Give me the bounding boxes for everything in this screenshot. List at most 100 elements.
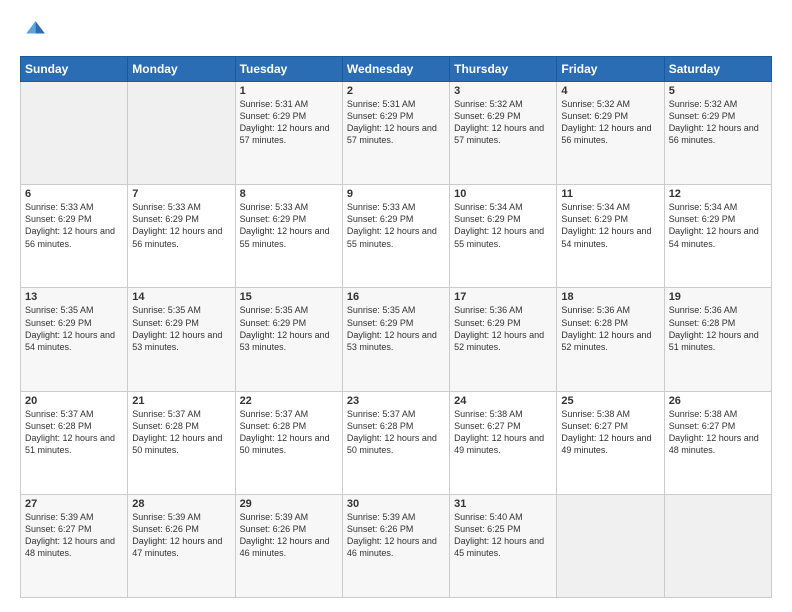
day-info: Sunrise: 5:32 AM Sunset: 6:29 PM Dayligh… bbox=[561, 98, 659, 147]
day-info: Sunrise: 5:32 AM Sunset: 6:29 PM Dayligh… bbox=[669, 98, 767, 147]
day-number: 7 bbox=[132, 188, 230, 200]
day-number: 9 bbox=[347, 188, 445, 200]
day-number: 28 bbox=[132, 498, 230, 510]
calendar-cell: 4Sunrise: 5:32 AM Sunset: 6:29 PM Daylig… bbox=[557, 82, 664, 185]
day-info: Sunrise: 5:33 AM Sunset: 6:29 PM Dayligh… bbox=[132, 201, 230, 250]
day-info: Sunrise: 5:36 AM Sunset: 6:28 PM Dayligh… bbox=[669, 304, 767, 353]
day-number: 5 bbox=[669, 85, 767, 97]
day-info: Sunrise: 5:39 AM Sunset: 6:26 PM Dayligh… bbox=[132, 511, 230, 560]
calendar-cell: 11Sunrise: 5:34 AM Sunset: 6:29 PM Dayli… bbox=[557, 185, 664, 288]
day-number: 15 bbox=[240, 291, 338, 303]
calendar-cell: 22Sunrise: 5:37 AM Sunset: 6:28 PM Dayli… bbox=[235, 391, 342, 494]
calendar-cell: 16Sunrise: 5:35 AM Sunset: 6:29 PM Dayli… bbox=[342, 288, 449, 391]
day-info: Sunrise: 5:34 AM Sunset: 6:29 PM Dayligh… bbox=[669, 201, 767, 250]
day-number: 12 bbox=[669, 188, 767, 200]
calendar-cell: 8Sunrise: 5:33 AM Sunset: 6:29 PM Daylig… bbox=[235, 185, 342, 288]
day-number: 1 bbox=[240, 85, 338, 97]
day-number: 26 bbox=[669, 395, 767, 407]
calendar-week-3: 13Sunrise: 5:35 AM Sunset: 6:29 PM Dayli… bbox=[21, 288, 772, 391]
day-info: Sunrise: 5:37 AM Sunset: 6:28 PM Dayligh… bbox=[240, 408, 338, 457]
calendar-cell: 12Sunrise: 5:34 AM Sunset: 6:29 PM Dayli… bbox=[664, 185, 771, 288]
calendar-cell: 30Sunrise: 5:39 AM Sunset: 6:26 PM Dayli… bbox=[342, 494, 449, 597]
calendar-cell: 1Sunrise: 5:31 AM Sunset: 6:29 PM Daylig… bbox=[235, 82, 342, 185]
header bbox=[20, 18, 772, 46]
calendar-cell: 18Sunrise: 5:36 AM Sunset: 6:28 PM Dayli… bbox=[557, 288, 664, 391]
calendar-week-2: 6 Sunrise: 5:33 AM Sunset: 6:29 PM Daylig… bbox=[21, 185, 772, 288]
calendar-cell: 31Sunrise: 5:40 AM Sunset: 6:25 PM Dayli… bbox=[450, 494, 557, 597]
day-info: Sunrise: 5:35 AM Sunset: 6:29 PM Dayligh… bbox=[240, 304, 338, 353]
day-info: Sunrise: 5:38 AM Sunset: 6:27 PM Dayligh… bbox=[669, 408, 767, 457]
day-info: Sunrise: 5:39 AM Sunset: 6:26 PM Dayligh… bbox=[240, 511, 338, 560]
calendar-cell: 14Sunrise: 5:35 AM Sunset: 6:29 PM Dayli… bbox=[128, 288, 235, 391]
calendar-cell bbox=[664, 494, 771, 597]
calendar-header-sunday: Sunday bbox=[21, 57, 128, 82]
calendar-cell bbox=[557, 494, 664, 597]
calendar-cell: 2Sunrise: 5:31 AM Sunset: 6:29 PM Daylig… bbox=[342, 82, 449, 185]
calendar-cell: 23Sunrise: 5:37 AM Sunset: 6:28 PM Dayli… bbox=[342, 391, 449, 494]
day-info: Sunrise: 5:37 AM Sunset: 6:28 PM Dayligh… bbox=[347, 408, 445, 457]
calendar-cell: 21Sunrise: 5:37 AM Sunset: 6:28 PM Dayli… bbox=[128, 391, 235, 494]
day-number: 21 bbox=[132, 395, 230, 407]
day-number: 11 bbox=[561, 188, 659, 200]
day-number: 17 bbox=[454, 291, 552, 303]
day-info: Sunrise: 5:32 AM Sunset: 6:29 PM Dayligh… bbox=[454, 98, 552, 147]
calendar-cell: 3Sunrise: 5:32 AM Sunset: 6:29 PM Daylig… bbox=[450, 82, 557, 185]
logo bbox=[20, 18, 52, 46]
day-info: Sunrise: 5:31 AM Sunset: 6:29 PM Dayligh… bbox=[240, 98, 338, 147]
calendar-table: SundayMondayTuesdayWednesdayThursdayFrid… bbox=[20, 56, 772, 598]
calendar-cell: 19Sunrise: 5:36 AM Sunset: 6:28 PM Dayli… bbox=[664, 288, 771, 391]
calendar-header-friday: Friday bbox=[557, 57, 664, 82]
day-number: 14 bbox=[132, 291, 230, 303]
day-info: Sunrise: 5:35 AM Sunset: 6:29 PM Dayligh… bbox=[25, 304, 123, 353]
day-number: 30 bbox=[347, 498, 445, 510]
calendar-cell: 13Sunrise: 5:35 AM Sunset: 6:29 PM Dayli… bbox=[21, 288, 128, 391]
day-number: 6 bbox=[25, 188, 123, 200]
day-number: 20 bbox=[25, 395, 123, 407]
calendar-header-saturday: Saturday bbox=[664, 57, 771, 82]
day-number: 31 bbox=[454, 498, 552, 510]
calendar-cell: 9Sunrise: 5:33 AM Sunset: 6:29 PM Daylig… bbox=[342, 185, 449, 288]
day-number: 2 bbox=[347, 85, 445, 97]
day-info: Sunrise: 5:40 AM Sunset: 6:25 PM Dayligh… bbox=[454, 511, 552, 560]
calendar-week-4: 20Sunrise: 5:37 AM Sunset: 6:28 PM Dayli… bbox=[21, 391, 772, 494]
calendar-cell bbox=[21, 82, 128, 185]
calendar-cell: 26Sunrise: 5:38 AM Sunset: 6:27 PM Dayli… bbox=[664, 391, 771, 494]
day-info: Sunrise: 5:37 AM Sunset: 6:28 PM Dayligh… bbox=[25, 408, 123, 457]
day-number: 29 bbox=[240, 498, 338, 510]
day-number: 10 bbox=[454, 188, 552, 200]
day-number: 13 bbox=[25, 291, 123, 303]
calendar-cell: 5Sunrise: 5:32 AM Sunset: 6:29 PM Daylig… bbox=[664, 82, 771, 185]
calendar-cell: 17Sunrise: 5:36 AM Sunset: 6:29 PM Dayli… bbox=[450, 288, 557, 391]
day-info: Sunrise: 5:38 AM Sunset: 6:27 PM Dayligh… bbox=[561, 408, 659, 457]
day-number: 24 bbox=[454, 395, 552, 407]
calendar-header-thursday: Thursday bbox=[450, 57, 557, 82]
calendar-cell: 20Sunrise: 5:37 AM Sunset: 6:28 PM Dayli… bbox=[21, 391, 128, 494]
calendar-cell: 29Sunrise: 5:39 AM Sunset: 6:26 PM Dayli… bbox=[235, 494, 342, 597]
day-info: Sunrise: 5:36 AM Sunset: 6:29 PM Dayligh… bbox=[454, 304, 552, 353]
day-info: Sunrise: 5:35 AM Sunset: 6:29 PM Dayligh… bbox=[347, 304, 445, 353]
day-number: 18 bbox=[561, 291, 659, 303]
calendar-cell: 24Sunrise: 5:38 AM Sunset: 6:27 PM Dayli… bbox=[450, 391, 557, 494]
calendar-header-wednesday: Wednesday bbox=[342, 57, 449, 82]
calendar-cell: 7Sunrise: 5:33 AM Sunset: 6:29 PM Daylig… bbox=[128, 185, 235, 288]
day-number: 3 bbox=[454, 85, 552, 97]
calendar-header-monday: Monday bbox=[128, 57, 235, 82]
calendar-cell: 10Sunrise: 5:34 AM Sunset: 6:29 PM Dayli… bbox=[450, 185, 557, 288]
day-info: Sunrise: 5:36 AM Sunset: 6:28 PM Dayligh… bbox=[561, 304, 659, 353]
logo-icon bbox=[20, 18, 48, 46]
day-number: 4 bbox=[561, 85, 659, 97]
day-info: Sunrise: 5:39 AM Sunset: 6:26 PM Dayligh… bbox=[347, 511, 445, 560]
day-info: Sunrise: 5:39 AM Sunset: 6:27 PM Dayligh… bbox=[25, 511, 123, 560]
day-info: Sunrise: 5:33 AM Sunset: 6:29 PM Dayligh… bbox=[240, 201, 338, 250]
calendar-week-1: 1Sunrise: 5:31 AM Sunset: 6:29 PM Daylig… bbox=[21, 82, 772, 185]
calendar-cell: 25Sunrise: 5:38 AM Sunset: 6:27 PM Dayli… bbox=[557, 391, 664, 494]
day-info: Sunrise: 5:37 AM Sunset: 6:28 PM Dayligh… bbox=[132, 408, 230, 457]
day-info: Sunrise: 5:34 AM Sunset: 6:29 PM Dayligh… bbox=[454, 201, 552, 250]
day-info: Sunrise: 5:31 AM Sunset: 6:29 PM Dayligh… bbox=[347, 98, 445, 147]
day-number: 25 bbox=[561, 395, 659, 407]
day-number: 22 bbox=[240, 395, 338, 407]
day-number: 23 bbox=[347, 395, 445, 407]
calendar-cell bbox=[128, 82, 235, 185]
calendar-header-tuesday: Tuesday bbox=[235, 57, 342, 82]
day-number: 16 bbox=[347, 291, 445, 303]
